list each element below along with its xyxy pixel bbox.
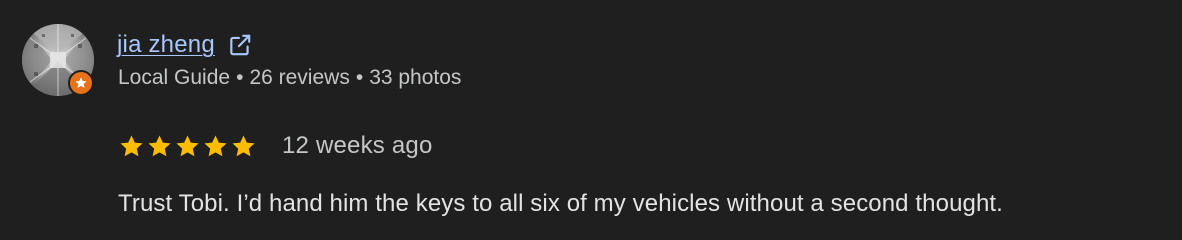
review-time: 12 weeks ago — [282, 132, 433, 159]
star-icon — [120, 134, 143, 156]
author-avatar-group[interactable] — [22, 24, 94, 96]
local-guide-star-icon — [68, 70, 94, 96]
rating-row: 12 weeks ago — [118, 130, 433, 162]
star-icon — [204, 134, 227, 156]
star-rating — [118, 133, 257, 160]
photo-count: 33 photos — [369, 66, 462, 89]
separator-dot: • — [355, 66, 364, 89]
star-icon — [148, 134, 171, 156]
review-text: Trust Tobi. I’d hand him the keys to all… — [118, 190, 1003, 217]
review-count: 26 reviews — [249, 66, 350, 89]
author-name-row: jia zheng — [117, 28, 253, 62]
star-icon — [232, 134, 255, 156]
review-card: jia zheng Local Guide • 26 reviews • 33 phot… — [0, 0, 1182, 240]
separator-dot: • — [236, 66, 244, 89]
author-name-link[interactable]: jia zheng — [117, 31, 215, 59]
local-guide-label: Local Guide — [118, 66, 231, 89]
star-icon — [176, 134, 199, 156]
author-meta: Local Guide • 26 reviews • 33 photos — [118, 66, 461, 90]
open-in-new-icon[interactable] — [227, 32, 253, 58]
